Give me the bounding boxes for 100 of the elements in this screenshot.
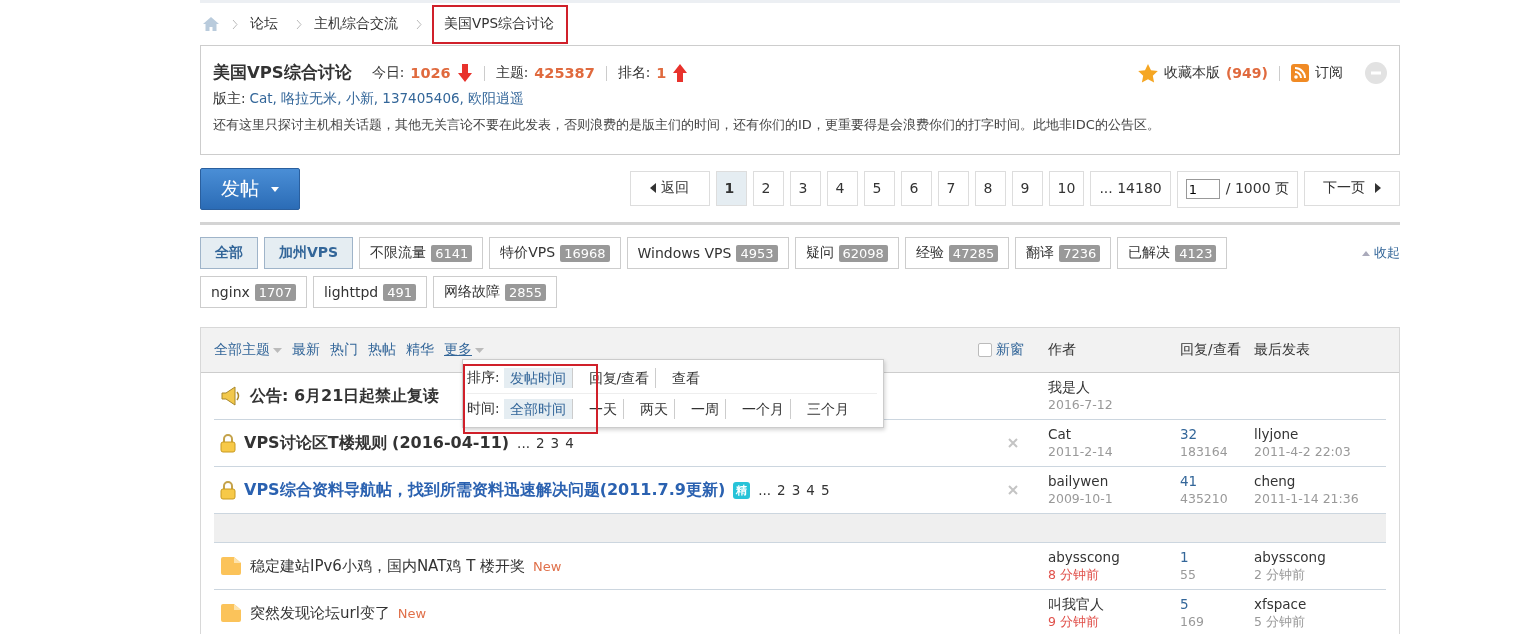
filter-link[interactable]: 最新 (292, 341, 320, 359)
thread-page-link[interactable]: 3 (791, 482, 801, 498)
collapse-icon[interactable] (1365, 62, 1387, 84)
last-poster-name[interactable]: llyjone (1254, 426, 1351, 443)
tag-filter[interactable]: Windows VPS 4953 (626, 237, 789, 269)
filter-link[interactable]: 更多 (444, 341, 484, 359)
view-count: 183164 (1180, 443, 1229, 460)
back-button[interactable]: 返回 (629, 170, 710, 206)
author-name[interactable]: abysscong (1048, 549, 1180, 566)
close-icon[interactable] (1008, 485, 1018, 495)
tag-filter[interactable]: 加州VPS (264, 237, 354, 269)
last-poster-name[interactable]: cheng (1254, 473, 1359, 490)
tag-filter[interactable]: 全部 (200, 237, 258, 269)
right-triangle-icon (1375, 183, 1381, 193)
checkbox[interactable] (978, 343, 992, 357)
stat-label: 主题: (495, 64, 529, 82)
chevron-right-icon (296, 18, 302, 30)
moderator-links[interactable]: Cat, 咯拉无米, 小新, 137405406, 欧阳逍遥 (249, 90, 525, 106)
breadcrumb-link[interactable]: 论坛 (244, 15, 284, 33)
last-poster-name[interactable]: xfspace (1254, 596, 1307, 613)
sort-option[interactable]: 一周 (684, 399, 726, 419)
last-post-time: 2011-4-2 22:03 (1254, 443, 1351, 460)
tag-filter[interactable]: 翻译 7236 (1015, 237, 1112, 269)
page-button[interactable]: 8 (974, 170, 1006, 206)
page-button[interactable]: 7 (937, 170, 969, 206)
page-button[interactable]: 6 (900, 170, 932, 206)
collapse-link[interactable]: 收起 (1362, 237, 1400, 269)
last-poster-name[interactable]: abysscong (1254, 549, 1326, 566)
breadcrumb-link[interactable]: 主机综合交流 (308, 15, 404, 33)
page-button[interactable]: 5 (863, 170, 895, 206)
thread-title-link[interactable]: 突然发现论坛url变了 (250, 603, 390, 623)
tag-filter[interactable]: 不限流量 6141 (359, 237, 484, 269)
column-header: 回复/查看 (1180, 341, 1242, 359)
thread-title-link[interactable]: VPS综合资料导航帖，找到所需资料迅速解决问题(2011.7.9更新) (244, 479, 726, 501)
tag-filter[interactable]: 网络故障 2855 (433, 276, 558, 308)
page-button[interactable]: 2 (752, 170, 784, 206)
tag-filter[interactable]: nginx 1707 (200, 276, 307, 308)
breadcrumb-link[interactable]: 美国VPS综合讨论 (432, 4, 568, 44)
post-button[interactable]: 发帖 (200, 168, 300, 210)
sort-option[interactable]: 两天 (633, 399, 675, 419)
column-header: 作者 (1048, 341, 1077, 359)
sort-option[interactable]: 一个月 (735, 399, 791, 419)
page-input[interactable]: 1 (1185, 179, 1220, 199)
home-icon[interactable] (202, 16, 220, 32)
reply-count: 41 (1180, 473, 1199, 490)
column-header: 最后发表 (1254, 341, 1310, 359)
filter-link[interactable]: 精华 (406, 341, 434, 359)
new-window-label[interactable]: 新窗 (996, 341, 1024, 359)
favorite-count: (949) (1225, 65, 1268, 81)
subscribe-link[interactable]: 订阅 (1315, 64, 1343, 82)
author-name[interactable]: 我是人 (1048, 379, 1180, 396)
page-button[interactable]: 4 (826, 170, 858, 206)
view-count: 55 (1180, 566, 1197, 583)
thread-page-link[interactable]: 2 (535, 435, 545, 451)
page-button[interactable]: 9 (1011, 170, 1043, 206)
thread-page-link[interactable]: 3 (550, 435, 560, 451)
thread-page-link[interactable]: 4 (565, 435, 574, 451)
thread-title-link[interactable]: 公告: 6月21日起禁止复读 (250, 385, 440, 407)
favorite-link[interactable]: 收藏本版 (1163, 64, 1220, 82)
stat-label: 今日: (371, 64, 405, 82)
filter-link[interactable]: 热帖 (368, 341, 396, 359)
tag-filter[interactable]: 经验 47285 (904, 237, 1010, 269)
sort-option[interactable]: 三个月 (800, 399, 855, 419)
next-page-button[interactable]: 下一页 (1304, 170, 1400, 206)
new-label: New (533, 558, 562, 574)
reply-count: 32 (1180, 426, 1199, 443)
rss-icon[interactable] (1291, 64, 1309, 82)
page-button[interactable]: 10 (1048, 170, 1085, 206)
page-button[interactable]: 1 (715, 170, 747, 206)
filter-link[interactable]: 热门 (330, 341, 358, 359)
thread-title-link[interactable]: VPS讨论区T楼规则 (2016-04-11) (244, 432, 510, 454)
sort-option[interactable]: 查看 (666, 368, 707, 388)
close-icon[interactable] (1008, 438, 1018, 448)
thread-page-link[interactable]: 2 (777, 482, 786, 498)
digest-badge: 精 (733, 481, 751, 499)
thread-page-link[interactable]: 4 (806, 482, 815, 498)
thread-page-link[interactable]: 5 (820, 482, 830, 498)
view-count: 169 (1180, 613, 1205, 630)
star-icon[interactable] (1137, 63, 1158, 83)
up-arrow-icon (672, 63, 689, 83)
tag-filter[interactable]: 已解决 4123 (1117, 237, 1228, 269)
author-name[interactable]: 叫我官人 (1048, 596, 1180, 613)
tag-filter[interactable]: lighttpd 491 (312, 276, 428, 308)
tag-filter[interactable]: 疑问 62098 (794, 237, 899, 269)
sort-label: 排序: (467, 369, 500, 387)
page-button[interactable]: 3 (789, 170, 821, 206)
thread-title-link[interactable]: 稳定建站IPv6小鸡，国内NAT鸡 T 楼开奖 (250, 556, 526, 576)
sort-option[interactable]: 全部时间 (503, 399, 573, 419)
moderators-label: 版主: (213, 90, 246, 106)
thread-page-link[interactable]: ... (758, 482, 772, 498)
sort-option[interactable]: 发帖时间 (503, 368, 573, 388)
author-name[interactable]: Cat (1048, 426, 1180, 443)
tag-filter[interactable]: 特价VPS 16968 (489, 237, 621, 269)
page-button[interactable]: ... 14180 (1090, 170, 1171, 206)
chevron-right-icon (416, 18, 422, 30)
new-label: New (397, 605, 427, 621)
page-total: / 1000 页 (1225, 180, 1289, 198)
author-name[interactable]: bailywen (1048, 473, 1180, 490)
filter-link[interactable]: 全部主题 (214, 341, 282, 359)
thread-page-link[interactable]: ... (517, 435, 530, 451)
